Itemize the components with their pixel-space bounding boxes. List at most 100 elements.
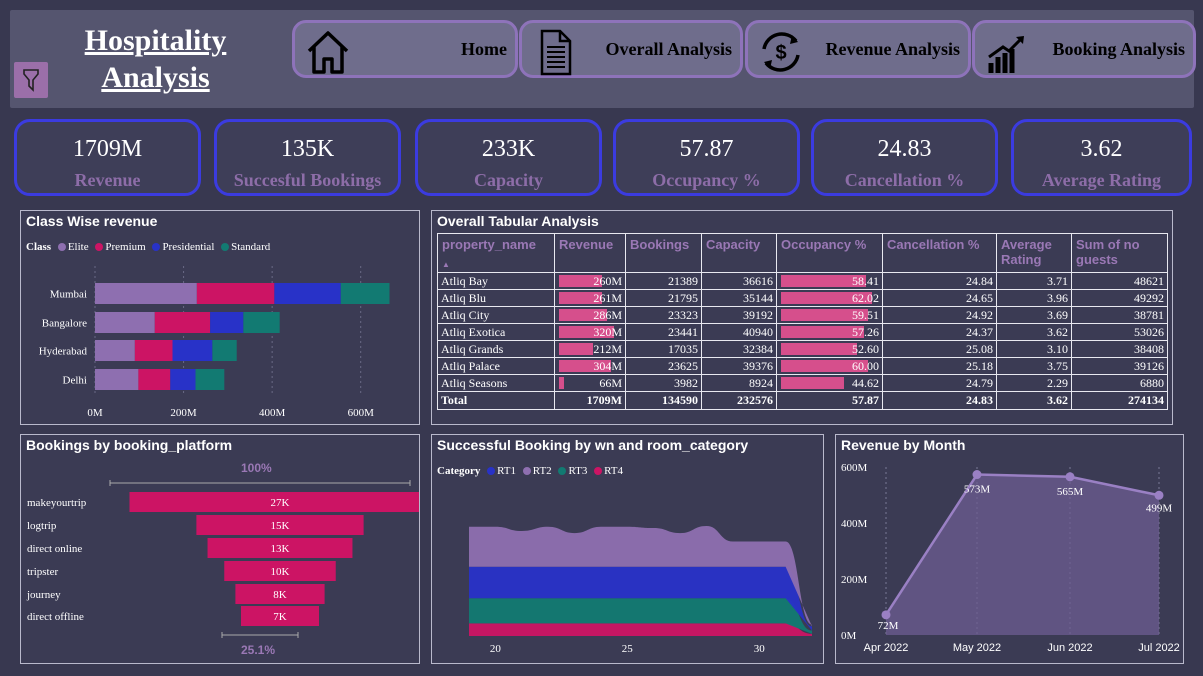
cell-bookings: 17035 (625, 340, 702, 358)
cell-value: 60.00 (852, 358, 879, 373)
bar-segment-presidential (274, 283, 341, 304)
nav-booking-button[interactable]: Booking Analysis (972, 20, 1196, 78)
table-header-row: property_name ▲ Revenue Bookings Capacity… (437, 233, 1168, 273)
cell-value: 58.41 (852, 273, 879, 288)
category-label: Hyderabad (39, 346, 88, 358)
table-row[interactable]: Atliq Palace 304M 23625 39376 60.00 25.18 3.75… (437, 357, 1168, 375)
cell-value: 320M (593, 324, 622, 339)
svg-text:$: $ (775, 42, 786, 64)
title-line-2: Analysis (101, 61, 210, 94)
cell-cancellation: 24.65 (882, 289, 997, 307)
monthly-panel: Revenue by Month 600M 400M 200M 0M Apr 2022 M… (835, 434, 1184, 664)
cell-capacity: 39376 (701, 357, 777, 375)
x-tick-label: Jun 2022 (1047, 642, 1092, 654)
funnel-bar-label: 7K (273, 611, 287, 623)
x-tick-label: 30 (754, 643, 766, 655)
total-cell-rating: 3.62 (996, 391, 1072, 410)
cell-rating: 3.62 (996, 323, 1072, 341)
bar-segment-elite (95, 283, 197, 304)
filter-button[interactable] (14, 62, 48, 98)
cell-bookings: 21795 (625, 289, 702, 307)
col-header-cancellation[interactable]: Cancellation % (882, 233, 997, 273)
x-tick-label: 25 (622, 643, 634, 655)
cell-revenue: 286M (554, 306, 626, 324)
cell-bookings: 21389 (625, 272, 702, 290)
col-header-label: property_name (442, 237, 536, 252)
cell-bookings: 23441 (625, 323, 702, 341)
x-tick-label: 20 (490, 643, 502, 655)
category-label: Delhi (63, 375, 87, 387)
cell-value: 62.02 (852, 290, 879, 305)
cell-property: Atliq City (437, 306, 555, 324)
title-line-1: Hospitality (84, 24, 227, 57)
dollar-cycle-icon: $ (762, 32, 800, 72)
cell-capacity: 8924 (701, 374, 777, 392)
data-point (1065, 472, 1075, 482)
bar-segment-presidential (210, 312, 244, 333)
tabular-title: Overall Tabular Analysis (437, 213, 599, 229)
bar-segment-premium (138, 369, 171, 390)
y-tick-label: 0M (841, 630, 857, 642)
cell-capacity: 40940 (701, 323, 777, 341)
table-row[interactable]: Atliq City 286M 23323 39192 59.51 24.92 3.69 38… (437, 306, 1168, 324)
cell-value: 52.60 (852, 341, 879, 356)
table-row[interactable]: Atliq Grands 212M 17035 32384 52.60 25.08 3.10… (437, 340, 1168, 358)
cell-revenue: 260M (554, 272, 626, 290)
nav-overall-button[interactable]: Overall Analysis (519, 20, 743, 78)
col-header-property[interactable]: property_name ▲ (437, 233, 555, 273)
table-row[interactable]: Atliq Blu 261M 21795 35144 62.02 24.65 3.96 492… (437, 289, 1168, 307)
y-tick-label: 600M (841, 462, 868, 474)
platform-label: direct online (27, 543, 82, 555)
col-header-bookings[interactable]: Bookings (625, 233, 702, 273)
cell-guests: 38781 (1071, 306, 1168, 324)
cell-guests: 38408 (1071, 340, 1168, 358)
cell-rating: 3.71 (996, 272, 1072, 290)
col-header-revenue[interactable]: Revenue (554, 233, 626, 273)
data-label: 573M (964, 484, 991, 496)
table-row[interactable]: Atliq Seasons 66M 3982 8924 44.62 24.79 2.29 68… (437, 374, 1168, 392)
sort-asc-icon[interactable]: ▲ (442, 260, 550, 269)
cell-cancellation: 24.84 (882, 272, 997, 290)
cell-rating: 2.29 (996, 374, 1072, 392)
bar-segment-standard (195, 369, 225, 390)
cell-value: 304M (593, 358, 622, 373)
cell-guests: 6880 (1071, 374, 1168, 392)
data-bar (781, 343, 857, 355)
kpi-label: Cancellation % (844, 170, 965, 190)
col-header-rating[interactable]: Average Rating (996, 233, 1072, 273)
document-icon (540, 29, 572, 76)
nav-booking-label: Booking Analysis (1052, 39, 1185, 59)
col-header-occupancy[interactable]: Occupancy % (776, 233, 883, 273)
cell-capacity: 36616 (701, 272, 777, 290)
class-revenue-chart: 0M 200M 400M 600M Mumbai Bangalore Hyderabad De… (39, 266, 390, 419)
kpi-card-capacity: 233K Capacity (415, 119, 602, 196)
filter-icon (23, 69, 39, 92)
cell-property: Atliq Bay (437, 272, 555, 290)
cell-cancellation: 24.79 (882, 374, 997, 392)
platform-label: tripster (27, 566, 58, 578)
y-tick-label: 400M (841, 518, 868, 530)
cell-occupancy: 57.26 (776, 323, 883, 341)
bar-segment-premium (196, 283, 275, 304)
total-cell-capacity: 232576 (701, 391, 777, 410)
cell-guests: 49292 (1071, 289, 1168, 307)
cell-property: Atliq Exotica (437, 323, 555, 341)
funnel-bar-label: 15K (271, 520, 290, 532)
cell-occupancy: 58.41 (776, 272, 883, 290)
kpi-value: 24.83 (877, 136, 932, 162)
table-row[interactable]: Atliq Bay 260M 21389 36616 58.41 24.84 3.71 486… (437, 272, 1168, 290)
tabular-panel: Overall Tabular Analysis property_name ▲ … (431, 210, 1173, 425)
nav-revenue-label: Revenue Analysis (825, 39, 960, 59)
kpi-card-rating: 3.62 Average Rating (1011, 119, 1192, 196)
nav-home-button[interactable]: Home (292, 20, 518, 78)
col-header-guests[interactable]: Sum of no guests (1071, 233, 1168, 273)
table-row[interactable]: Atliq Exotica 320M 23441 40940 57.26 24.37 3.6… (437, 323, 1168, 341)
cell-bookings: 23625 (625, 357, 702, 375)
x-tick-label: 0M (87, 407, 103, 419)
x-tick-label: 600M (348, 407, 375, 419)
funnel-bar-label: 10K (271, 566, 290, 578)
platform-funnel-chart: makeyourtrip 27K logtrip 15K direct online 13… (26, 480, 419, 638)
nav-revenue-button[interactable]: $ Revenue Analysis (745, 20, 971, 78)
cell-bookings: 23323 (625, 306, 702, 324)
col-header-capacity[interactable]: Capacity (701, 233, 777, 273)
